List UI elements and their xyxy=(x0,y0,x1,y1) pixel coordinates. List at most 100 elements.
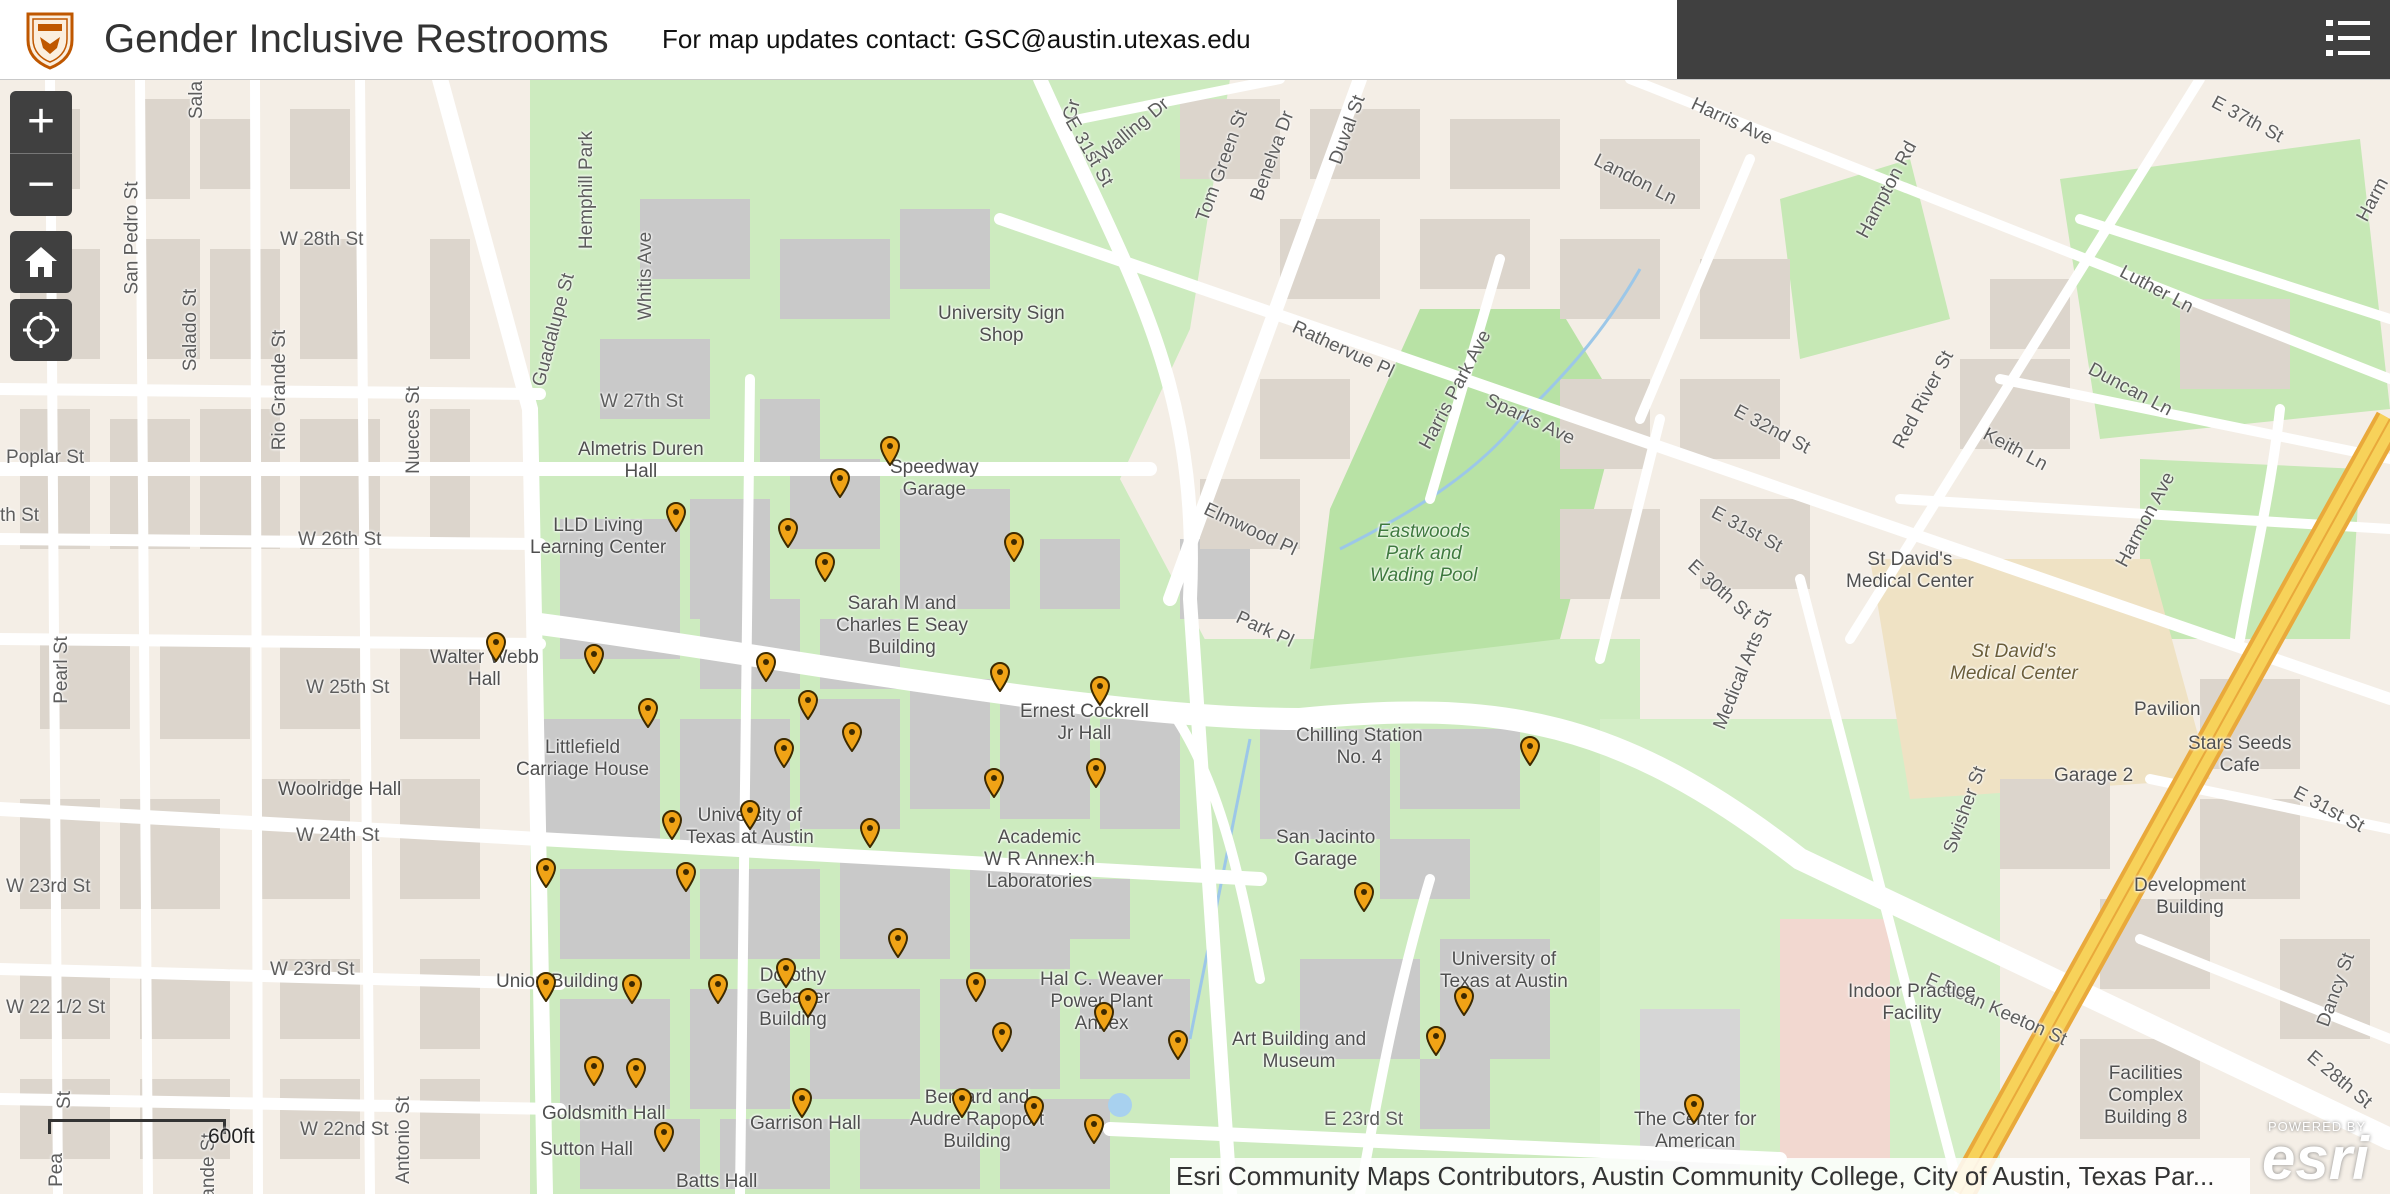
restroom-marker[interactable] xyxy=(775,958,797,989)
restroom-marker[interactable] xyxy=(1003,532,1025,563)
zoom-out-button[interactable]: − xyxy=(10,154,72,216)
restroom-marker[interactable] xyxy=(1083,1114,1105,1145)
restroom-marker[interactable] xyxy=(773,738,795,769)
street-label: W 23rd St xyxy=(6,876,91,897)
restroom-marker[interactable] xyxy=(653,1122,675,1153)
restroom-marker[interactable] xyxy=(887,928,909,959)
place-label: Art Building and Museum xyxy=(1232,1029,1367,1072)
street-label: W 24th St xyxy=(296,825,380,846)
restroom-marker[interactable] xyxy=(665,502,687,533)
place-label: Ernest Cockrell Jr Hall xyxy=(1020,701,1149,744)
restroom-marker[interactable] xyxy=(797,988,819,1019)
place-label: Woolridge Hall xyxy=(278,779,402,800)
restroom-marker[interactable] xyxy=(485,632,507,663)
restroom-marker[interactable] xyxy=(983,768,1005,799)
place-label: Sutton Hall xyxy=(540,1139,633,1160)
locate-control xyxy=(10,299,72,361)
restroom-marker[interactable] xyxy=(829,468,851,499)
street-label: Pea xyxy=(45,1153,67,1187)
place-label: St David's Medical Center xyxy=(1846,549,1974,592)
restroom-marker[interactable] xyxy=(1683,1094,1705,1125)
street-label: Rio Grande St xyxy=(269,329,291,451)
street-label: St xyxy=(53,1091,75,1109)
restroom-marker[interactable] xyxy=(777,518,799,549)
map-pin-icon xyxy=(879,436,901,467)
restroom-marker[interactable] xyxy=(535,972,557,1003)
street-label: Pearl St xyxy=(50,636,72,704)
restroom-marker[interactable] xyxy=(989,662,1011,693)
map-pin-icon xyxy=(1023,1096,1045,1127)
park-label: Eastwoods Park and Wading Pool xyxy=(1370,521,1478,586)
restroom-marker[interactable] xyxy=(991,1022,1013,1053)
restroom-marker[interactable] xyxy=(814,552,836,583)
street-label: W 22 1/2 St xyxy=(6,997,106,1018)
restroom-marker[interactable] xyxy=(1023,1096,1045,1127)
place-label: Littlefield Carriage House xyxy=(516,737,650,780)
place-label: Development Building xyxy=(2134,875,2246,918)
esri-logo[interactable]: esri xyxy=(2262,1127,2369,1191)
place-label: Speedway Garage xyxy=(890,457,979,500)
street-label: Nueces St xyxy=(402,386,424,474)
map-attribution[interactable]: Esri Community Maps Contributors, Austin… xyxy=(1170,1158,2250,1194)
map-pin-icon xyxy=(1353,882,1375,913)
map-pin-icon xyxy=(535,972,557,1003)
restroom-marker[interactable] xyxy=(1089,676,1111,707)
restroom-marker[interactable] xyxy=(965,972,987,1003)
zoom-controls: + − xyxy=(10,91,72,216)
zoom-in-button[interactable]: + xyxy=(10,91,72,153)
restroom-marker[interactable] xyxy=(675,862,697,893)
ut-shield-icon xyxy=(26,12,74,70)
restroom-marker[interactable] xyxy=(535,858,557,889)
map-pin-icon xyxy=(965,972,987,1003)
place-label: Goldsmith Hall xyxy=(542,1103,666,1124)
place-label: Garage 2 xyxy=(2054,765,2134,786)
street-label: W 23rd St xyxy=(270,959,355,980)
restroom-marker[interactable] xyxy=(859,818,881,849)
restroom-marker[interactable] xyxy=(791,1088,813,1119)
place-label: San Jacinto Garage xyxy=(1276,827,1376,870)
map-pin-icon xyxy=(1093,1002,1115,1033)
restroom-marker[interactable] xyxy=(841,722,863,753)
map-pin-icon xyxy=(989,662,1011,693)
map-pin-icon xyxy=(991,1022,1013,1053)
restroom-marker[interactable] xyxy=(583,1056,605,1087)
map-pin-icon xyxy=(583,1056,605,1087)
home-control xyxy=(10,231,72,293)
map-pin-icon xyxy=(797,690,819,721)
restroom-marker[interactable] xyxy=(739,800,761,831)
restroom-marker[interactable] xyxy=(707,974,729,1005)
map-pin-icon xyxy=(887,928,909,959)
map-view[interactable]: Harris Ave E 37th St Landon Ln Hampton R… xyxy=(0,79,2390,1194)
restroom-marker[interactable] xyxy=(1093,1002,1115,1033)
map-pin-icon xyxy=(1683,1094,1705,1125)
restroom-marker[interactable] xyxy=(583,644,605,675)
list-menu-icon[interactable] xyxy=(2324,14,2372,62)
map-pin-icon xyxy=(983,768,1005,799)
street-label: Hemphill Park xyxy=(576,130,598,250)
map-pin-icon xyxy=(583,644,605,675)
restroom-marker[interactable] xyxy=(951,1088,973,1119)
locate-icon xyxy=(23,312,59,348)
street-label: Poplar St xyxy=(6,447,85,468)
restroom-marker[interactable] xyxy=(1425,1026,1447,1057)
locate-button[interactable] xyxy=(10,299,72,361)
place-label: Indoor Practice Facility xyxy=(1848,981,1976,1024)
restroom-marker[interactable] xyxy=(1453,986,1475,1017)
restroom-marker[interactable] xyxy=(755,652,777,683)
restroom-marker[interactable] xyxy=(1167,1030,1189,1061)
street-label: W 26th St xyxy=(298,529,382,550)
home-icon xyxy=(25,247,57,277)
restroom-marker[interactable] xyxy=(1085,758,1107,789)
restroom-marker[interactable] xyxy=(797,690,819,721)
restroom-marker[interactable] xyxy=(879,436,901,467)
restroom-marker[interactable] xyxy=(1353,882,1375,913)
restroom-marker[interactable] xyxy=(621,974,643,1005)
restroom-marker[interactable] xyxy=(637,698,659,729)
restroom-marker[interactable] xyxy=(661,810,683,841)
restroom-marker[interactable] xyxy=(625,1058,647,1089)
map-pin-icon xyxy=(775,958,797,989)
street-label: Whitis Ave xyxy=(635,231,657,321)
restroom-marker[interactable] xyxy=(1519,736,1541,767)
map-pin-icon xyxy=(707,974,729,1005)
home-button[interactable] xyxy=(10,231,72,293)
